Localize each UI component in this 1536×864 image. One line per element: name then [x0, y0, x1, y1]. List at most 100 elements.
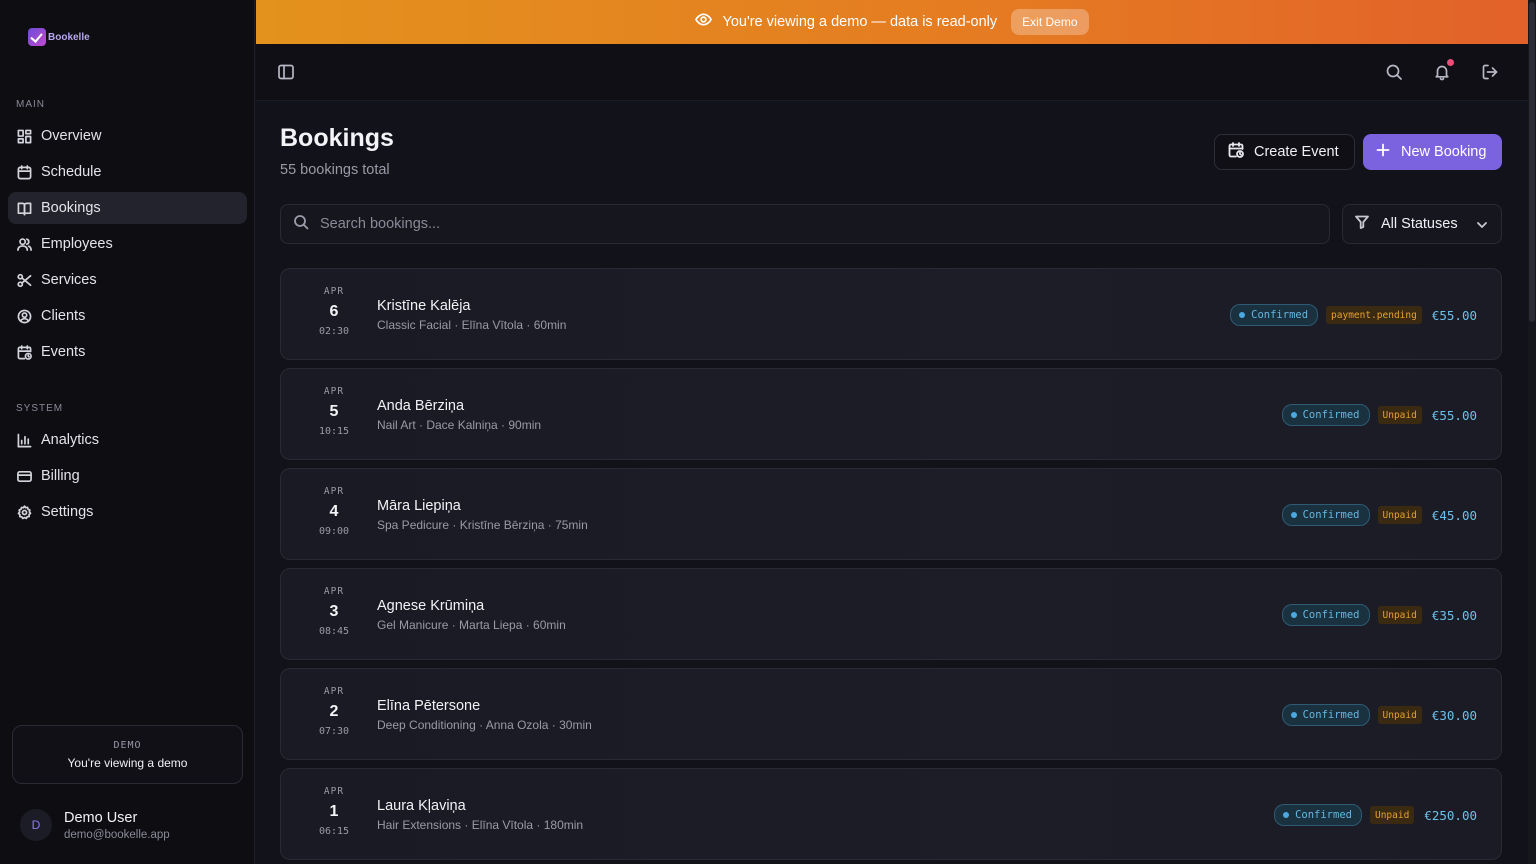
calendar-clock-icon — [16, 344, 32, 360]
sidebar-item-label: Schedule — [41, 164, 102, 180]
booking-card[interactable]: APR 3 08:45 Agnese Krūmiņa Gel Manicure … — [280, 568, 1502, 660]
booking-details: Nail Art · Dace Kalniņa · 90min — [377, 418, 542, 432]
booking-client-name: Laura Kļaviņa — [377, 798, 466, 814]
booking-day: 2 — [329, 703, 339, 720]
booking-time: 10:15 — [318, 426, 350, 437]
payment-badge: payment.pending — [1326, 306, 1422, 324]
booking-month: APR — [323, 486, 345, 497]
booking-price: €35.00 — [1431, 607, 1477, 623]
chevron-down-icon — [1475, 218, 1489, 236]
booking-day: 1 — [329, 803, 339, 820]
booking-price: €45.00 — [1431, 507, 1477, 523]
booking-card[interactable]: APR 1 06:15 Laura Kļaviņa Hair Extension… — [280, 768, 1502, 860]
bar-chart-icon — [16, 432, 32, 448]
search-icon — [293, 214, 309, 235]
booking-price: €55.00 — [1431, 307, 1477, 323]
booking-time: 08:45 — [318, 626, 350, 637]
eye-icon — [695, 11, 713, 33]
payment-badge: Unpaid — [1377, 406, 1422, 424]
booking-month: APR — [323, 286, 345, 297]
search-input[interactable] — [318, 215, 1302, 233]
status-filter-select[interactable]: All Statuses — [1342, 204, 1502, 244]
sidebar-item-label: Billing — [41, 468, 80, 484]
sidebar-item-label: Employees — [41, 236, 113, 252]
booking-time: 07:30 — [318, 726, 350, 737]
booking-details: Classic Facial · Elīna Vītola · 60min — [377, 318, 567, 332]
booking-card[interactable]: APR 2 07:30 Elīna Pētersone Deep Conditi… — [280, 668, 1502, 760]
sidebar-item-label: Services — [41, 272, 97, 288]
logo-mark-icon — [28, 28, 46, 46]
new-booking-button[interactable]: New Booking — [1363, 134, 1502, 170]
top-bar — [256, 44, 1528, 101]
booking-details: Deep Conditioning · Anna Ozola · 30min — [377, 718, 592, 732]
sidebar-item-employees[interactable]: Employees — [8, 228, 247, 260]
booking-price: €55.00 — [1431, 407, 1477, 423]
bell-icon[interactable] — [1433, 59, 1454, 81]
booking-date: APR 5 10:15 — [303, 386, 365, 437]
booking-details: Spa Pedicure · Kristīne Bērziņa · 75min — [377, 518, 588, 532]
scrollbar[interactable] — [1528, 0, 1536, 864]
new-booking-label: New Booking — [1401, 144, 1487, 160]
booking-month: APR — [323, 586, 345, 597]
section-label-system: SYSTEM — [16, 403, 64, 414]
booking-day: 5 — [329, 403, 339, 420]
create-event-label: Create Event — [1254, 144, 1339, 160]
sidebar-item-schedule[interactable]: Schedule — [8, 156, 247, 188]
sidebar-item-events[interactable]: Events — [8, 336, 247, 368]
sidebar: Bookelle MAIN Overview Schedule Bookings… — [0, 0, 255, 864]
sidebar-item-billing[interactable]: Billing — [8, 460, 247, 492]
status-badge: Confirmed — [1274, 804, 1362, 826]
sidebar-item-bookings[interactable]: Bookings — [8, 192, 247, 224]
demo-notice-title: DEMO — [113, 740, 142, 751]
sidebar-item-label: Events — [41, 344, 86, 360]
sidebar-item-label: Bookings — [41, 200, 101, 216]
booking-time: 06:15 — [318, 826, 350, 837]
notification-dot — [1447, 59, 1454, 66]
scrollbar-thumb[interactable] — [1529, 2, 1535, 322]
gear-icon — [16, 504, 32, 520]
exit-demo-button[interactable]: Exit Demo — [1011, 9, 1089, 35]
booking-client-name: Elīna Pētersone — [377, 698, 481, 714]
filter-icon — [1355, 215, 1369, 233]
booking-day: 6 — [329, 303, 339, 320]
payment-badge: Unpaid — [1369, 806, 1415, 824]
search-icon[interactable] — [1385, 63, 1403, 81]
booking-day: 3 — [329, 603, 339, 620]
plus-icon — [1375, 142, 1391, 162]
booking-details: Hair Extensions · Elīna Vītola · 180min — [377, 818, 584, 832]
status-badge: Confirmed — [1230, 304, 1319, 326]
sidebar-item-settings[interactable]: Settings — [8, 496, 247, 528]
users-icon — [16, 236, 32, 252]
app-logo[interactable]: Bookelle — [28, 28, 90, 46]
sidebar-item-overview[interactable]: Overview — [8, 120, 247, 152]
status-badge: Confirmed — [1281, 704, 1370, 726]
user-profile[interactable]: D Demo User demo@bookelle.app — [20, 809, 170, 841]
booking-date: APR 6 02:30 — [303, 286, 365, 337]
calendar-clock-icon — [1228, 142, 1244, 162]
booking-card[interactable]: APR 4 09:00 Māra Liepiņa Spa Pedicure · … — [280, 468, 1502, 560]
scissors-icon — [16, 272, 32, 288]
booking-date: APR 3 08:45 — [303, 586, 365, 637]
status-filter-value: All Statuses — [1381, 216, 1458, 232]
section-label-main: MAIN — [16, 99, 45, 110]
booking-date: APR 2 07:30 — [303, 686, 365, 737]
booking-card[interactable]: APR 6 02:30 Kristīne Kalēja Classic Faci… — [280, 268, 1502, 360]
sidebar-toggle-icon[interactable] — [277, 63, 295, 81]
sidebar-item-label: Analytics — [41, 432, 100, 448]
booking-client-name: Anda Bērziņa — [377, 398, 465, 414]
booking-day: 4 — [329, 503, 339, 520]
logout-icon[interactable] — [1481, 63, 1499, 81]
sidebar-item-clients[interactable]: Clients — [8, 300, 247, 332]
status-badge: Confirmed — [1281, 404, 1370, 426]
booking-date: APR 1 06:15 — [303, 786, 365, 837]
user-name: Demo User — [64, 809, 138, 826]
search-bar[interactable] — [280, 204, 1330, 244]
booking-card[interactable]: APR 5 10:15 Anda Bērziņa Nail Art · Dace… — [280, 368, 1502, 460]
booking-time: 09:00 — [318, 526, 350, 537]
sidebar-item-analytics[interactable]: Analytics — [8, 424, 247, 456]
sidebar-item-services[interactable]: Services — [8, 264, 247, 296]
sidebar-item-label: Settings — [41, 504, 94, 520]
logo-text: Bookelle — [48, 31, 90, 43]
create-event-button[interactable]: Create Event — [1214, 134, 1355, 170]
status-badge: Confirmed — [1281, 504, 1370, 526]
